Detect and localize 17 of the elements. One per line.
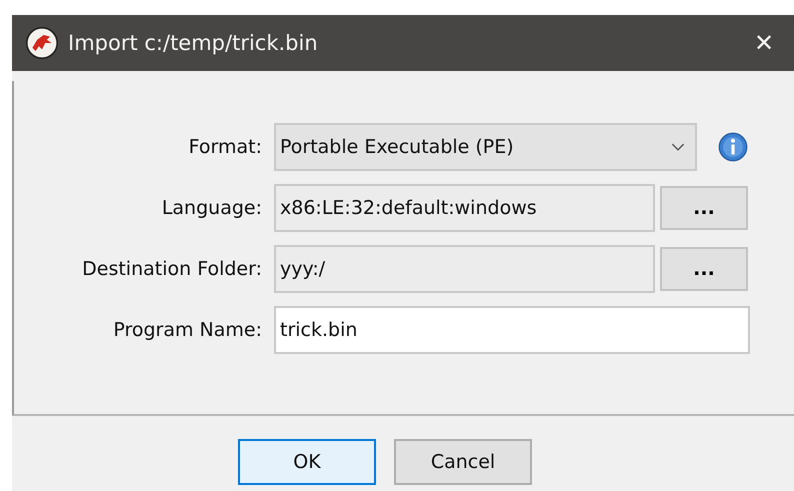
dragon-logo-icon (26, 27, 58, 59)
chevron-down-icon (671, 142, 685, 152)
input-field[interactable]: trick.bin (274, 306, 750, 354)
cancel-button[interactable]: Cancel (394, 439, 532, 485)
browse-button[interactable]: ... (660, 247, 748, 291)
field-label: Format: (188, 136, 262, 158)
ok-button[interactable]: OK (238, 439, 376, 485)
window-title: Import c:/temp/trick.bin (68, 31, 319, 55)
input-field[interactable]: yyy:/ (274, 245, 655, 293)
field-label: Language: (160, 197, 262, 219)
field-label: Destination Folder: (81, 258, 262, 280)
input-field[interactable]: x86:LE:32:default:windows (274, 184, 655, 232)
close-button[interactable]: ✕ (734, 15, 794, 71)
field-label: Program Name: (112, 319, 262, 341)
browse-button[interactable]: ... (660, 186, 748, 230)
info-icon[interactable] (718, 132, 748, 162)
format-dropdown[interactable]: Portable Executable (PE) (274, 123, 697, 171)
